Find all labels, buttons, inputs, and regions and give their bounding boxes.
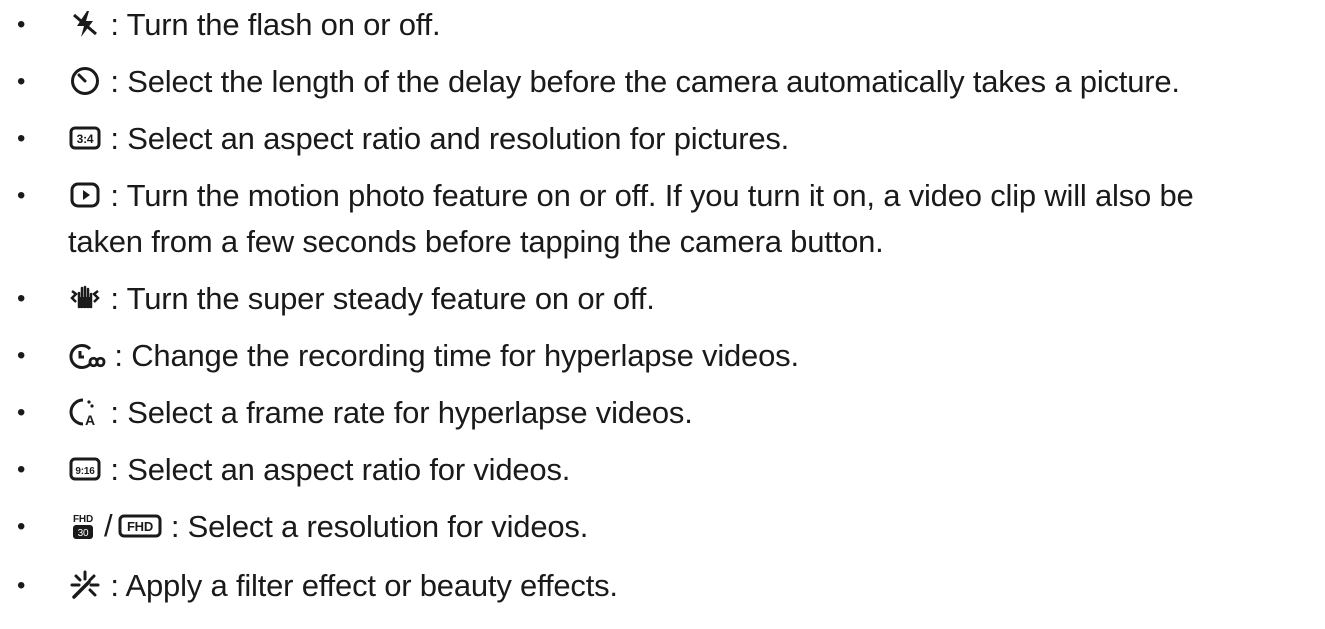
resolution-icon-group: FHD 30 / FHD — [68, 503, 162, 549]
resolution-label: FHD — [127, 519, 153, 534]
list-item: • A : Select a frame rate for hyperlapse… — [0, 390, 1325, 436]
item-text: : Apply a filter effect or beauty effect… — [102, 567, 618, 603]
item-text: : Change the recording time for hyperlap… — [106, 338, 799, 373]
bullet: • — [17, 125, 26, 152]
item-text-continued: taken from a few seconds before tapping … — [68, 224, 884, 259]
bullet: • — [17, 456, 26, 483]
hyperlapse-time-icon — [68, 338, 106, 372]
list-item: • : Apply a filter effect or beauty effe… — [0, 563, 1325, 609]
list-item: • : Turn the flash on or off. — [0, 2, 1325, 48]
super-steady-icon — [68, 281, 102, 315]
list-item: • : Select the length of the delay befor… — [0, 59, 1325, 105]
item-text: : Select a resolution for videos. — [162, 509, 589, 544]
aspect-ratio-3-4-icon: 3:4 — [68, 121, 102, 155]
bullet: • — [17, 399, 26, 426]
bullet: • — [17, 182, 26, 209]
frame-rate-icon: A — [68, 395, 102, 429]
item-text: : Select an aspect ratio and resolution … — [102, 121, 790, 156]
list-item: • FHD 30 / FHD : Select a resolution for… — [0, 504, 1325, 552]
bullet: • — [17, 68, 26, 95]
flash-off-icon — [68, 7, 102, 41]
frame-rate-value: 30 — [78, 528, 89, 539]
list-item: • : Change the recording time for hyperl… — [0, 333, 1325, 379]
resolution-fhd-30-icon: FHD 30 — [68, 511, 98, 541]
aspect-ratio-9-16-icon: 9:16 — [68, 452, 102, 486]
list-item: • : Turn the motion photo feature on or … — [0, 173, 1325, 265]
bullet: • — [17, 11, 26, 38]
bullet: • — [17, 342, 26, 369]
item-text: : Turn the super steady feature on or of… — [102, 281, 655, 316]
separator: / — [104, 507, 113, 543]
list-item: • 3:4 : Select an aspect ratio and resol… — [0, 116, 1325, 162]
list-item: • 9:16 : Select an aspect ratio for vide… — [0, 447, 1325, 493]
camera-settings-list: • : Turn the flash on or off. • : Select… — [0, 0, 1325, 609]
bullet: • — [17, 513, 26, 540]
item-text: : Select a frame rate for hyperlapse vid… — [102, 395, 693, 430]
item-text: : Select an aspect ratio for videos. — [102, 452, 571, 487]
resolution-fhd-icon: FHD — [118, 509, 162, 543]
item-text: : Turn the flash on or off. — [102, 7, 441, 42]
frame-rate-label: A — [85, 412, 95, 428]
item-text: : Turn the motion photo feature on or of… — [102, 178, 1194, 213]
aspect-ratio-label: 3:4 — [77, 132, 94, 146]
timer-icon — [68, 64, 102, 98]
aspect-ratio-label: 9:16 — [75, 466, 95, 477]
motion-photo-icon — [68, 178, 102, 212]
item-text: : Select the length of the delay before … — [102, 64, 1180, 99]
list-item: • : Turn the super steady feature on or … — [0, 276, 1325, 322]
resolution-label: FHD — [73, 514, 93, 525]
bullet: • — [17, 571, 26, 599]
bullet: • — [17, 285, 26, 312]
filter-icon — [68, 568, 102, 602]
